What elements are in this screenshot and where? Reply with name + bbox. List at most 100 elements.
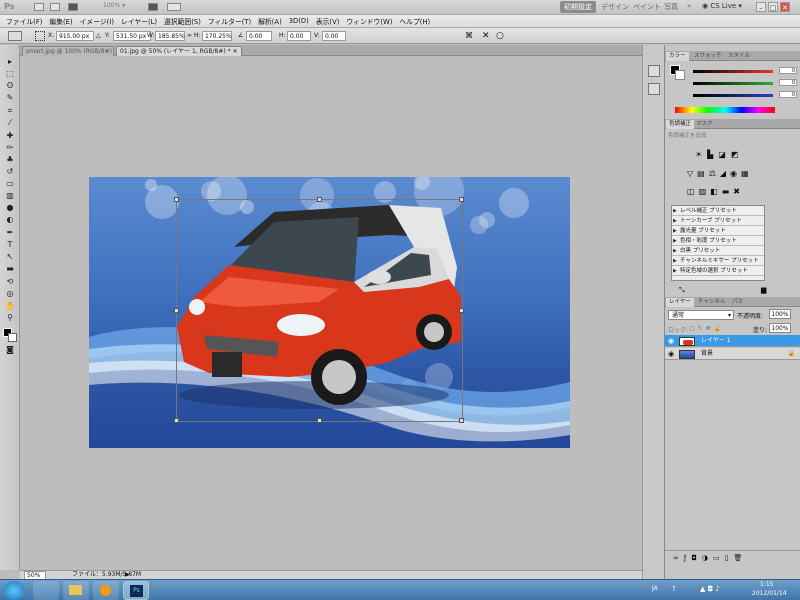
menu-layer[interactable]: レイヤー(L) <box>121 16 157 26</box>
height-field[interactable]: 170.25% <box>202 31 232 41</box>
fill-field[interactable]: 100% <box>769 323 791 333</box>
hue-saturation-icon[interactable]: ▤ <box>697 169 709 178</box>
adjustments-menu-icon[interactable]: ▆ <box>761 286 766 294</box>
warp-mode-icon[interactable]: ⌘ <box>465 31 473 41</box>
menu-select[interactable]: 選択範囲(S) <box>164 16 201 26</box>
help-icon[interactable]: ? <box>672 585 676 593</box>
free-transform-box[interactable] <box>174 197 464 423</box>
transform-handle[interactable] <box>317 418 322 423</box>
color-slider-g[interactable]: 0 <box>693 79 799 87</box>
actions-panel-icon[interactable] <box>648 83 660 95</box>
workspace-design[interactable]: デザイン <box>597 1 633 13</box>
skew-v-field[interactable]: 0.00 <box>322 31 346 41</box>
3d-rotate-tool-icon[interactable]: ⟲ <box>4 277 16 286</box>
language-indicator[interactable]: JA <box>652 585 658 592</box>
history-brush-tool-icon[interactable]: ↺ <box>4 167 16 176</box>
tool-preset-picker-icon[interactable] <box>8 31 22 41</box>
hand-tool-icon[interactable]: ✋ <box>4 301 16 310</box>
quick-select-tool-icon[interactable]: ✎ <box>4 93 16 102</box>
explorer-taskbar-button[interactable] <box>63 581 89 600</box>
levels-icon[interactable]: ▙ <box>707 150 718 159</box>
transform-handle[interactable] <box>174 197 179 202</box>
tab-masks[interactable]: マスク <box>693 120 716 129</box>
eraser-tool-icon[interactable]: ▭ <box>4 179 16 188</box>
transform-handle[interactable] <box>174 418 179 423</box>
view-extras-icon[interactable] <box>68 3 78 11</box>
workspace-essentials[interactable]: 初期設定 <box>560 1 596 13</box>
gradient-map-icon[interactable]: ▬ <box>722 187 734 196</box>
commit-transform-icon[interactable]: ○ <box>496 31 504 41</box>
preset-levels[interactable]: レベル補正 プリセット <box>672 206 764 216</box>
cancel-transform-icon[interactable]: ✕ <box>482 31 490 41</box>
preset-curves[interactable]: トーンカーブ プリセット <box>672 216 764 226</box>
menu-file[interactable]: ファイル(F) <box>6 16 42 26</box>
opacity-field[interactable]: 100% <box>769 309 791 319</box>
tab-layers[interactable]: レイヤー <box>666 298 694 307</box>
menu-image[interactable]: イメージ(I) <box>80 16 114 26</box>
tab-paths[interactable]: パス <box>729 298 746 307</box>
close-tab-icon[interactable]: ✕ <box>233 48 238 55</box>
mini-bridge-icon[interactable] <box>50 3 60 11</box>
brightness-contrast-icon[interactable]: ☀ <box>695 150 707 159</box>
3d-orbit-tool-icon[interactable]: ◎ <box>4 289 16 298</box>
color-spectrum-bar[interactable] <box>675 107 775 113</box>
healing-brush-tool-icon[interactable]: ✚ <box>4 131 16 140</box>
preset-hue-saturation[interactable]: 色相・彩度 プリセット <box>672 236 764 246</box>
pen-tool-icon[interactable]: ✒ <box>4 228 16 237</box>
y-field[interactable]: 531.50 px <box>113 31 151 41</box>
tab-swatches[interactable]: スウォッチ <box>691 52 725 61</box>
black-white-icon[interactable]: ◢ <box>720 169 730 178</box>
ie-taskbar-button[interactable]: e <box>33 581 59 600</box>
add-mask-icon[interactable]: ◘ <box>691 554 702 562</box>
transform-handle[interactable] <box>459 308 464 313</box>
threshold-icon[interactable]: ◧ <box>710 187 722 196</box>
layer-name[interactable]: レイヤー 1 <box>701 335 731 347</box>
posterize-icon[interactable]: ▨ <box>699 187 711 196</box>
layer-name[interactable]: 背景 <box>701 348 713 360</box>
quick-mask-icon[interactable]: ◙ <box>4 345 16 354</box>
preset-selective-color[interactable]: 特定色域の選択 プリセット <box>672 266 764 276</box>
curves-icon[interactable]: ◪ <box>718 150 731 159</box>
eyedropper-tool-icon[interactable]: ⁄ <box>4 118 16 127</box>
invert-icon[interactable]: ◫ <box>687 187 699 196</box>
close-window-button[interactable]: ✕ <box>780 2 790 12</box>
type-tool-icon[interactable]: T <box>4 240 16 249</box>
link-layers-icon[interactable]: ∞ <box>673 554 684 562</box>
menu-view[interactable]: 表示(V) <box>316 16 340 26</box>
photoshop-taskbar-button[interactable]: Ps <box>123 581 149 600</box>
tray-icons[interactable]: ▲ ◘ ♪ <box>700 585 720 593</box>
blend-mode-select[interactable]: 通常 ▾ <box>668 310 734 320</box>
menu-3d[interactable]: 3D(D) <box>289 17 309 25</box>
color-background-swatch[interactable] <box>675 70 685 80</box>
bridge-icon[interactable] <box>34 3 44 11</box>
tab-color[interactable]: カラー <box>666 52 689 61</box>
clone-stamp-tool-icon[interactable]: ♣ <box>4 155 16 164</box>
transform-handle[interactable] <box>174 308 179 313</box>
reference-point-icon[interactable] <box>35 31 45 41</box>
dodge-tool-icon[interactable]: ◐ <box>4 215 16 224</box>
blue-value[interactable]: 0 <box>779 91 797 98</box>
color-slider-b[interactable]: 0 <box>693 91 799 99</box>
minimize-button[interactable]: – <box>756 2 766 12</box>
workspace-more-button[interactable]: » <box>683 1 695 13</box>
delta-icon[interactable]: △ <box>96 31 101 41</box>
color-slider-r[interactable]: 0 <box>693 67 799 75</box>
menu-edit[interactable]: 編集(E) <box>49 16 72 26</box>
preset-black-white[interactable]: 白黒 プリセット <box>672 246 764 256</box>
lock-icons[interactable]: □✎✥🔒 <box>689 325 724 332</box>
shape-tool-icon[interactable]: ▬ <box>4 264 16 273</box>
tab-01-jpg[interactable]: 01.jpg @ 50% (レイヤー 1, RGB/8#) * ✕ <box>116 46 242 56</box>
adjustments-expand-icon[interactable]: ⤡ <box>679 286 685 295</box>
media-player-taskbar-button[interactable] <box>93 581 119 600</box>
menu-filter[interactable]: フィルター(T) <box>208 16 251 26</box>
gradient-tool-icon[interactable]: ▥ <box>4 191 16 200</box>
color-balance-icon[interactable]: ⚖ <box>709 169 720 178</box>
channel-mixer-icon[interactable]: ▦ <box>741 169 753 178</box>
cs-live-button[interactable]: ◉ CS Live ▾ <box>698 1 746 13</box>
maximize-button[interactable]: □ <box>768 2 778 12</box>
arrange-documents-icon[interactable] <box>148 3 158 11</box>
width-field[interactable]: 185.85% <box>155 31 185 41</box>
transform-handle[interactable] <box>459 197 464 202</box>
menu-analysis[interactable]: 解析(A) <box>258 16 282 26</box>
history-panel-icon[interactable] <box>648 65 660 77</box>
